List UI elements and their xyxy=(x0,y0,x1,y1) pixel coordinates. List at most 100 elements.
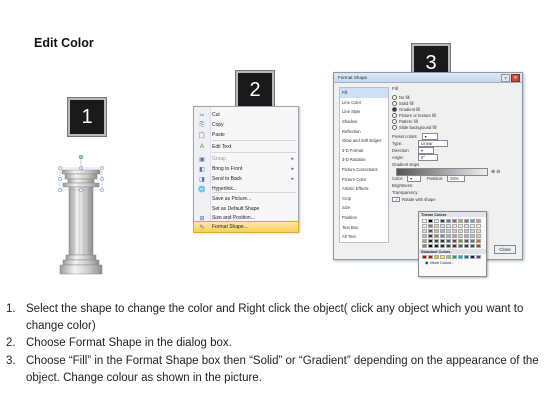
color-swatch[interactable] xyxy=(428,244,433,248)
color-swatch[interactable] xyxy=(476,219,481,223)
color-swatch[interactable] xyxy=(464,234,469,238)
color-swatch[interactable] xyxy=(440,255,445,259)
color-swatch[interactable] xyxy=(464,229,469,233)
color-swatch[interactable] xyxy=(476,229,481,233)
context-menu-item[interactable]: ✂ Cut xyxy=(194,110,298,120)
color-swatch[interactable] xyxy=(434,239,439,243)
color-swatch[interactable] xyxy=(428,219,433,223)
radio-button[interactable] xyxy=(392,100,397,106)
color-swatch[interactable] xyxy=(434,229,439,233)
color-swatch[interactable] xyxy=(458,244,463,248)
dialog-title-bar[interactable]: Format Shape ? ✕ xyxy=(334,73,522,83)
color-swatch[interactable] xyxy=(446,224,451,228)
color-swatch[interactable] xyxy=(446,219,451,223)
color-swatch[interactable] xyxy=(452,229,457,233)
nav-item[interactable]: Glow and Soft Edges xyxy=(340,136,388,146)
nav-item[interactable]: Line Color xyxy=(340,98,388,108)
color-swatch[interactable] xyxy=(446,244,451,248)
color-swatch[interactable] xyxy=(452,219,457,223)
color-swatch[interactable] xyxy=(440,229,445,233)
color-swatch[interactable] xyxy=(422,234,427,238)
nav-item[interactable]: Crop xyxy=(340,194,388,204)
nav-item[interactable]: Fill xyxy=(340,88,388,98)
color-swatch[interactable] xyxy=(458,255,463,259)
close-button[interactable]: Close xyxy=(494,245,516,254)
nav-item[interactable]: Size xyxy=(340,203,388,213)
radio-button[interactable] xyxy=(392,94,397,100)
color-swatch[interactable] xyxy=(428,239,433,243)
color-swatch[interactable] xyxy=(434,244,439,248)
color-swatch[interactable] xyxy=(446,255,451,259)
color-swatch[interactable] xyxy=(422,229,427,233)
color-swatch[interactable] xyxy=(422,244,427,248)
nav-item[interactable]: Artistic Effects xyxy=(340,184,388,194)
color-swatch[interactable] xyxy=(452,239,457,243)
nav-item[interactable]: Text Box xyxy=(340,222,388,232)
direction-dropdown[interactable]: ▾ xyxy=(418,147,434,154)
color-swatch[interactable] xyxy=(422,255,427,259)
context-menu-item[interactable]: Save as Picture... xyxy=(194,194,298,204)
color-swatch[interactable] xyxy=(452,224,457,228)
add-stop-icon[interactable]: ⊕ xyxy=(491,169,495,175)
context-menu-item[interactable]: ◧ Bring to Front ▸ xyxy=(194,164,298,174)
color-swatch[interactable] xyxy=(464,244,469,248)
color-swatch[interactable] xyxy=(470,255,475,259)
nav-item[interactable]: Alt Text xyxy=(340,232,388,242)
nav-item[interactable]: Position xyxy=(340,213,388,223)
color-picker-button[interactable]: ▾ xyxy=(407,175,422,182)
color-swatch[interactable] xyxy=(476,234,481,238)
color-swatch[interactable] xyxy=(434,234,439,238)
color-swatch[interactable] xyxy=(470,234,475,238)
nav-item[interactable]: Line Style xyxy=(340,107,388,117)
color-swatch[interactable] xyxy=(434,224,439,228)
color-swatch[interactable] xyxy=(446,239,451,243)
color-swatch[interactable] xyxy=(470,224,475,228)
more-colors-link[interactable]: ◉ More Colors... xyxy=(419,260,486,266)
context-menu-item[interactable]: ◨ Send to Back ▸ xyxy=(194,174,298,184)
nav-item[interactable]: Picture Color xyxy=(340,174,388,184)
color-swatch[interactable] xyxy=(440,224,445,228)
position-input[interactable]: 50% xyxy=(447,175,466,182)
color-swatch[interactable] xyxy=(476,224,481,228)
color-swatch[interactable] xyxy=(446,229,451,233)
color-swatch[interactable] xyxy=(470,244,475,248)
color-swatch[interactable] xyxy=(458,224,463,228)
color-swatch[interactable] xyxy=(458,219,463,223)
color-swatch[interactable] xyxy=(440,234,445,238)
type-dropdown[interactable]: Linear xyxy=(418,140,448,147)
color-swatch[interactable] xyxy=(470,229,475,233)
rotate-checkbox[interactable]: ✓ xyxy=(392,197,400,202)
color-swatch[interactable] xyxy=(452,255,457,259)
radio-button[interactable] xyxy=(392,112,397,118)
color-swatch[interactable] xyxy=(422,224,427,228)
context-menu-item[interactable]: 📋 Paste xyxy=(194,130,298,140)
nav-item[interactable]: Shadow xyxy=(340,117,388,127)
radio-button[interactable] xyxy=(392,106,397,112)
color-swatch[interactable] xyxy=(428,234,433,238)
fill-option[interactable]: Slide background fill xyxy=(392,124,518,130)
color-swatch[interactable] xyxy=(464,219,469,223)
color-swatch[interactable] xyxy=(452,234,457,238)
color-swatch[interactable] xyxy=(452,244,457,248)
color-swatch[interactable] xyxy=(476,255,481,259)
color-swatch[interactable] xyxy=(446,234,451,238)
color-swatch[interactable] xyxy=(428,229,433,233)
color-swatch[interactable] xyxy=(458,239,463,243)
radio-button[interactable] xyxy=(392,124,397,130)
preset-colors-dropdown[interactable]: ▾ xyxy=(421,133,438,140)
angle-input[interactable]: 0° xyxy=(418,154,438,161)
color-swatch[interactable] xyxy=(422,239,427,243)
radio-button[interactable] xyxy=(392,118,397,124)
color-swatch[interactable] xyxy=(476,244,481,248)
nav-item[interactable]: 3-D Rotation xyxy=(340,155,388,165)
color-swatch[interactable] xyxy=(440,239,445,243)
nav-item[interactable]: Reflection xyxy=(340,126,388,136)
color-swatch[interactable] xyxy=(440,219,445,223)
context-menu-item[interactable]: A Edit Text xyxy=(194,142,298,152)
color-swatch[interactable] xyxy=(440,244,445,248)
color-swatch[interactable] xyxy=(458,229,463,233)
color-swatch[interactable] xyxy=(476,239,481,243)
color-swatch[interactable] xyxy=(470,239,475,243)
color-swatch[interactable] xyxy=(464,224,469,228)
help-icon[interactable]: ? xyxy=(501,74,510,82)
